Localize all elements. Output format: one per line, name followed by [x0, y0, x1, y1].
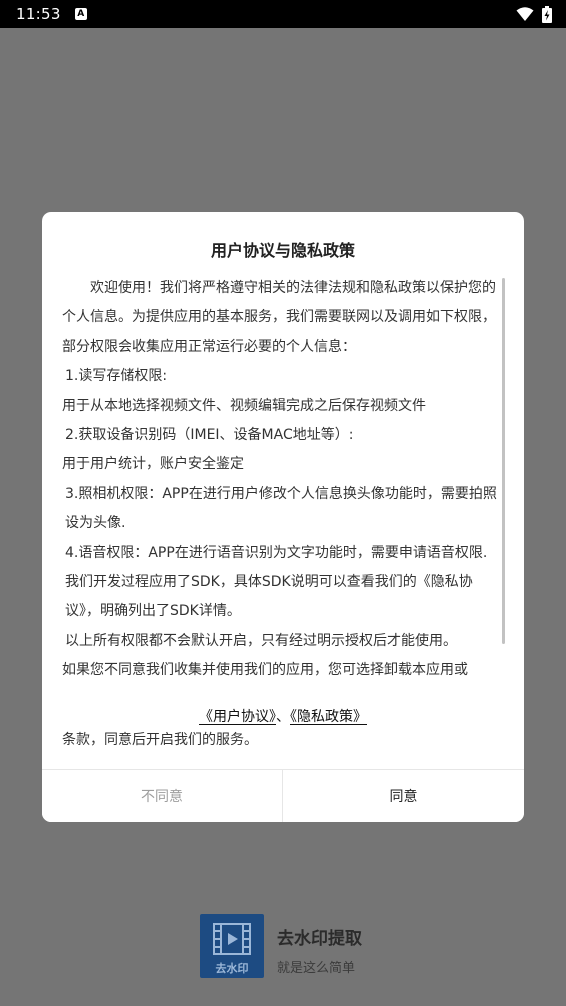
body-intro: 欢迎使用！我们将严格遵守相关的法律法规和隐私政策以保护您的个人信息。为提供应用的…: [62, 280, 496, 355]
brand-text: 去水印提取 就是这么简单: [277, 924, 362, 976]
privacy-dialog: 用户协议与隐私政策 欢迎使用！我们将严格遵守相关的法律法规和隐私政策以保护您的个…: [42, 212, 524, 822]
link-separator: 、: [276, 709, 290, 725]
scrollbar[interactable]: [502, 278, 505, 644]
policy-links: 《用户协议》、《隐私政策》: [42, 706, 524, 728]
logo-label: 去水印: [215, 962, 249, 975]
dialog-body-scroll[interactable]: 欢迎使用！我们将严格遵守相关的法律法规和隐私政策以保护您的个人信息。为提供应用的…: [62, 274, 504, 698]
battery-charging-icon: [542, 5, 552, 23]
dialog-title: 用户协议与隐私政策: [210, 241, 355, 260]
privacy-policy-link[interactable]: 《隐私政策》: [290, 709, 367, 725]
app-name: 去水印提取: [277, 929, 362, 949]
body-disagree-note: 如果您不同意我们收集并使用我们的应用，您可选择卸载本应用或: [62, 662, 468, 679]
body-item-storage-desc: 用于从本地选择视频文件、视频编辑完成之后保存视频文件: [62, 397, 426, 414]
user-agreement-link[interactable]: 《用户协议》: [199, 709, 276, 725]
body-item-device-id-desc: 用于用户统计，账户安全鉴定: [62, 456, 244, 473]
app-logo: 去水印: [200, 914, 264, 978]
notification-icon: A: [74, 8, 87, 20]
body-item-storage: 1.读写存储权限:: [65, 368, 168, 385]
body-item-device-id: 2.获取设备识别码（IMEI、设备MAC地址等）:: [65, 427, 354, 444]
body-item-voice: 4.语音权限：APP在进行语音识别为文字功能时，需要申请语音权限.: [65, 544, 488, 561]
film-icon: [213, 923, 251, 955]
agree-button[interactable]: 同意: [283, 770, 524, 822]
wifi-icon: [516, 7, 534, 21]
disagree-button[interactable]: 不同意: [42, 770, 282, 822]
status-bar: 11:53 A: [0, 0, 566, 28]
body-item-camera: 3.照相机权限：APP在进行用户修改个人信息换头像功能时，需要拍照设为头像.: [65, 485, 497, 532]
status-indicators: [516, 5, 552, 23]
body-sdk-note: 我们开发过程应用了SDK，具体SDK说明可以查看我们的《隐私协议》，明确列出了S…: [65, 574, 473, 620]
body-permission-note: 以上所有权限都不会默认开启，只有经过明示授权后才能使用。: [65, 632, 457, 649]
app-slogan: 就是这么简单: [277, 961, 356, 976]
status-time: 11:53: [16, 5, 61, 23]
dialog-tail-text: 条款，同意后开启我们的服务。: [62, 732, 258, 748]
brand: 去水印 去水印提取 就是这么简单: [200, 914, 362, 978]
